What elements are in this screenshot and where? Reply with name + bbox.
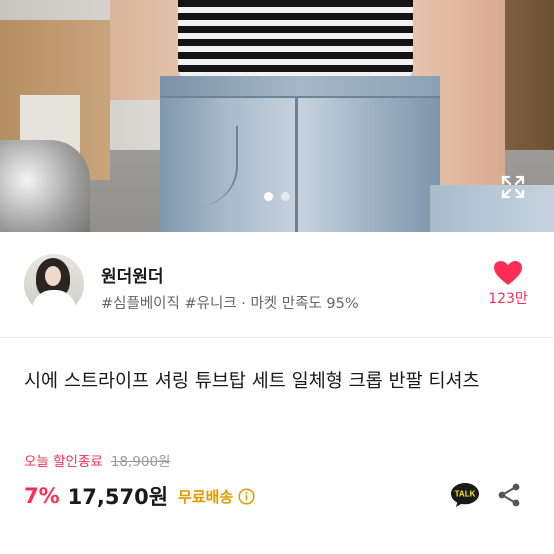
original-price: 18,900원 [110, 454, 171, 470]
sale-end-label: 오늘 할인종료 [24, 454, 103, 470]
sale-price: 17,570원 [67, 485, 169, 509]
photo-silver-bag [0, 140, 90, 232]
seller-tags: #심플베이직 #유니크 · 마켓 만족도 95% [101, 296, 359, 312]
sale-row: 오늘 할인종료 18,900원 [24, 450, 170, 470]
seller-name[interactable]: 원더원더 [101, 262, 164, 287]
photo-pager [0, 192, 554, 201]
like-count: 123만 [488, 291, 528, 307]
info-icon[interactable] [238, 487, 255, 505]
pager-dot[interactable] [281, 192, 290, 201]
photo-jeans-waistband [160, 76, 440, 98]
share-icon[interactable] [496, 482, 522, 508]
photo-jeans-fly [295, 98, 298, 232]
product-title: 시에 스트라이프 셔링 튜브탑 세트 일체형 크롭 반팔 티셔츠 [24, 371, 480, 392]
talk-badge-text: TALK [455, 490, 476, 499]
seller-avatar[interactable] [24, 254, 84, 314]
expand-icon[interactable] [500, 174, 526, 200]
product-photo[interactable] [0, 0, 554, 232]
free-shipping-label: 무료배송 [178, 487, 234, 506]
photo-striped-top [178, 0, 413, 80]
seller-section: 원더원더 #심플베이직 #유니크 · 마켓 만족도 95% 123만 [0, 232, 554, 338]
photo-jeans [160, 76, 440, 232]
avatar-body [32, 290, 76, 314]
discount-rate: 7% [24, 484, 60, 508]
pager-dot-active[interactable] [264, 192, 273, 201]
like-button[interactable]: 123만 [478, 260, 538, 308]
price-row: 7% 17,570원 무료배송 [24, 481, 255, 511]
kakao-talk-icon[interactable]: TALK [450, 482, 480, 508]
heart-icon [494, 261, 522, 285]
avatar-face [45, 266, 61, 286]
